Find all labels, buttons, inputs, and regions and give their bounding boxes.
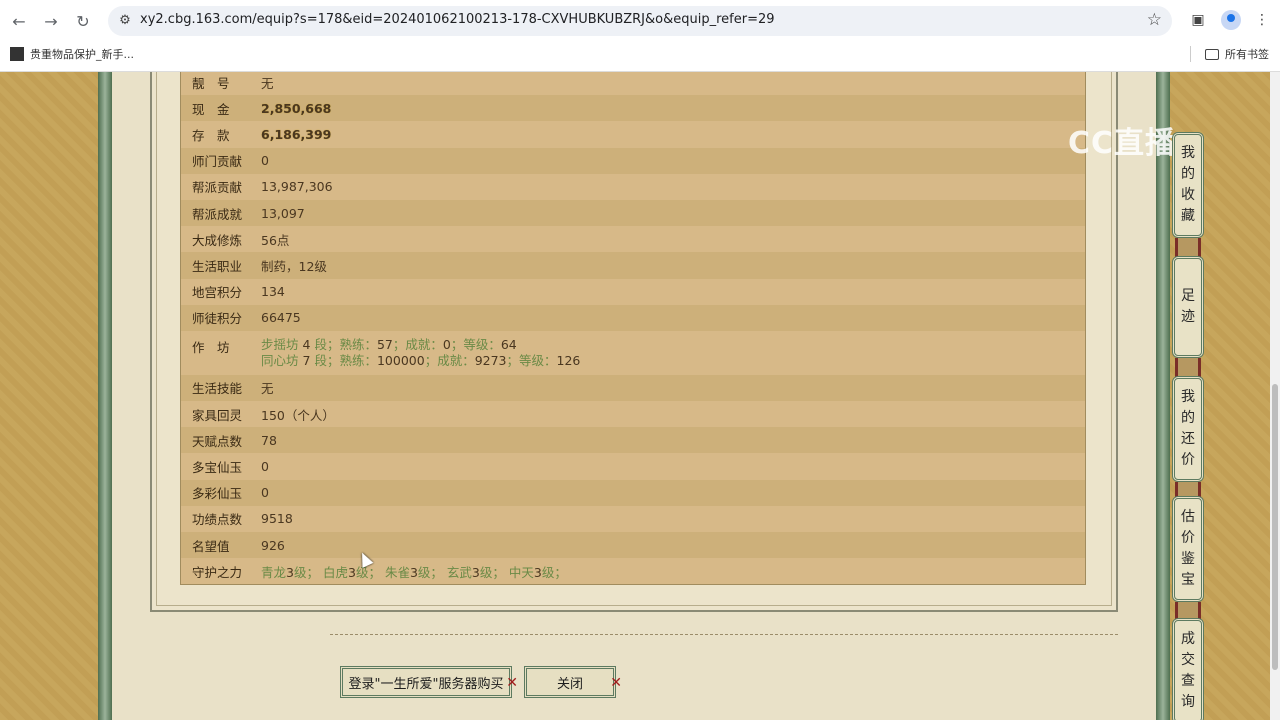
table-row: 靓 号 无 xyxy=(181,72,1085,96)
divider xyxy=(330,634,1118,635)
back-icon[interactable]: ← xyxy=(6,8,32,34)
table-row: 多彩仙玉 0 xyxy=(181,479,1085,506)
table-row: 名望值 926 xyxy=(181,532,1085,559)
equip-detail-panel: 靓 号 无 现 金 2,850,668 存 款 6,186,399 师门贡献 0… xyxy=(112,72,1156,720)
bookmark-favicon-icon xyxy=(10,47,24,61)
table-row: 大成修炼 56点 xyxy=(181,226,1085,253)
table-row: 存 款 6,186,399 xyxy=(181,121,1085,148)
table-row: 多宝仙玉 0 xyxy=(181,453,1085,480)
url-text[interactable]: xy2.cbg.163.com/equip?s=178&eid=20240106… xyxy=(140,12,775,27)
menu-icon[interactable]: ⋮ xyxy=(1252,10,1272,30)
close-x-icon: ✕ xyxy=(610,675,622,691)
login-buy-button[interactable]: 登录"一生所爱"服务器购买 ✕ xyxy=(340,666,518,698)
forward-icon[interactable]: → xyxy=(38,8,64,34)
site-settings-icon[interactable]: ⚙ xyxy=(116,12,134,30)
watermark-logo: CC直播 xyxy=(1068,126,1177,161)
table-row: 生活技能 无 xyxy=(181,374,1085,402)
bookmark-separator xyxy=(1190,46,1191,62)
all-bookmarks-label: 所有书签 xyxy=(1225,48,1269,61)
left-border-decoration xyxy=(98,72,112,720)
folder-icon xyxy=(1205,48,1219,60)
table-row: 师徒积分 66475 xyxy=(181,304,1085,331)
close-x-icon: ✕ xyxy=(506,675,518,691)
character-info-table: 靓 号 无 现 金 2,850,668 存 款 6,186,399 师门贡献 0… xyxy=(180,72,1086,586)
table-row: 家具回灵 150（个人） xyxy=(181,401,1085,428)
table-row: 地宫积分 134 xyxy=(181,278,1085,305)
bookmark-label: 贵重物品保护_新手... xyxy=(30,48,134,61)
scrollbar-thumb[interactable] xyxy=(1272,384,1278,670)
browser-toolbar: ← → ↻ ⚙ xy2.cbg.163.com/equip?s=178&eid=… xyxy=(0,0,1280,72)
tab-history[interactable]: 足迹 xyxy=(1172,256,1204,358)
table-row: 现 金 2,850,668 xyxy=(181,95,1085,122)
all-bookmarks[interactable]: 所有书签 xyxy=(1205,46,1269,62)
tab-transaction-lookup[interactable]: 成交查询 xyxy=(1172,618,1204,720)
side-panel-icon[interactable]: ▣ xyxy=(1188,10,1208,30)
close-button[interactable]: 关闭 ✕ xyxy=(524,666,622,698)
table-row: 生活职业 制药，12级 xyxy=(181,252,1085,279)
right-border-decoration xyxy=(1156,72,1170,720)
tab-my-favorites[interactable]: 我的收藏 xyxy=(1172,132,1204,238)
table-row-workshop: 作 坊 步摇坊 4 段；熟练：57；成就：0；等级：64 同心坊 7 段；熟练：… xyxy=(181,330,1085,375)
workshop-line: 同心坊 7 段；熟练：100000；成就：9273；等级：126 xyxy=(261,352,581,368)
table-row: 帮派贡献 13,987,306 xyxy=(181,173,1085,200)
reload-icon[interactable]: ↻ xyxy=(70,8,96,34)
workshop-line: 步摇坊 4 段；熟练：57；成就：0；等级：64 xyxy=(261,336,517,352)
table-row: 帮派成就 13,097 xyxy=(181,199,1085,227)
tab-my-counteroffers[interactable]: 我的还价 xyxy=(1172,376,1204,482)
table-row: 功绩点数 9518 xyxy=(181,505,1085,532)
table-row: 师门贡献 0 xyxy=(181,147,1085,174)
profile-avatar[interactable] xyxy=(1221,10,1241,30)
bookmark-item[interactable]: 贵重物品保护_新手... xyxy=(10,46,134,62)
table-row: 天赋点数 78 xyxy=(181,427,1085,454)
table-row-guardian: 守护之力 青龙3级； 白虎3级； 朱雀3级； 玄武3级； 中天3级； xyxy=(181,558,1085,585)
bookmark-star-icon[interactable]: ☆ xyxy=(1147,10,1162,30)
address-bar[interactable]: ⚙ xy2.cbg.163.com/equip?s=178&eid=202401… xyxy=(108,6,1172,36)
page-content: 靓 号 无 现 金 2,850,668 存 款 6,186,399 师门贡献 0… xyxy=(0,72,1280,720)
tab-appraisal[interactable]: 估价鉴宝 xyxy=(1172,496,1204,602)
